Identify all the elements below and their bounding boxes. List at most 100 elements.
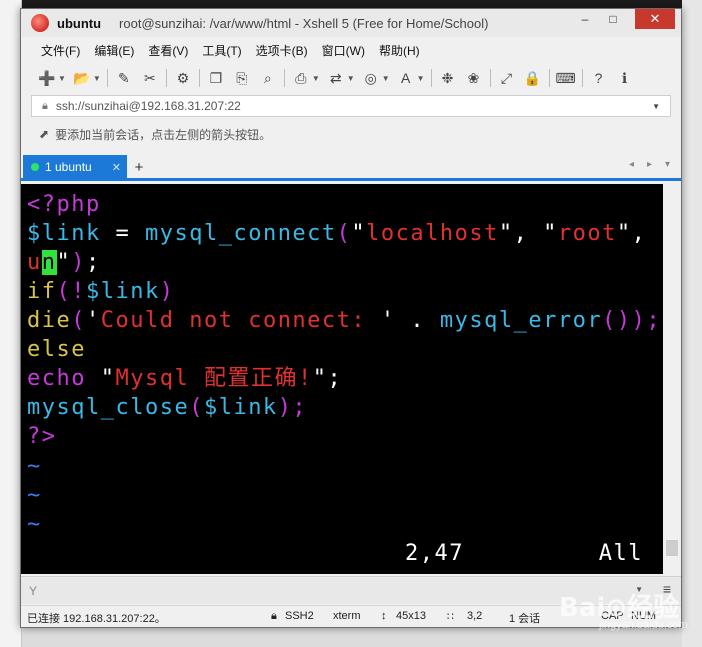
code-token: ); (277, 395, 308, 420)
address-input[interactable]: ssh://sunzihai@192.168.31.207:22 (56, 99, 241, 113)
reconnect-icon[interactable]: ✎ (114, 68, 134, 88)
code-token: $link (203, 395, 278, 420)
tab-bar: 1 ubuntu ✕ + ◂ ▸ ▾ (21, 155, 681, 181)
new-session-icon[interactable]: ➕ (37, 68, 57, 88)
menu-window[interactable]: 窗口(W) (322, 42, 365, 59)
terminal-line: mysql_close($link); (27, 393, 307, 422)
scrollbar-thumb[interactable] (666, 540, 678, 556)
menu-view[interactable]: 查看(V) (148, 42, 188, 59)
code-token: die (27, 308, 72, 333)
chevron-down-icon[interactable]: ▼ (652, 102, 660, 111)
code-token: ' . (380, 308, 440, 333)
cursor-position-label: 3,2 (467, 610, 483, 622)
terminal-line: else (27, 335, 86, 364)
toolbar-divider (198, 69, 200, 87)
connection-status: 已连接 192.168.31.207:22。 (27, 613, 166, 625)
code-token: ) (71, 250, 86, 275)
info-icon[interactable]: ℹ (615, 68, 635, 88)
terminal-line: un"); (27, 248, 101, 277)
chevron-down-icon[interactable]: ▼ (417, 74, 425, 83)
menu-icon[interactable]: ≡ (663, 581, 671, 597)
fullscreen-icon[interactable]: ⤢ (497, 68, 517, 88)
toolbar: ➕ ▼ 📂 ▼ ✎ ✂ ⚙ ❐ ⎘ ⌕ ⎙ ▼ ⇄ ▼ ◎ ▼ A ▼ ❉ ❀ ⤢ 🔒 ⌨ … (21, 64, 681, 92)
code-token: echo (27, 366, 86, 391)
chevron-down-icon[interactable]: ▼ (312, 74, 320, 83)
lock-icon: 🔒︎ (271, 610, 277, 622)
arrow-icon[interactable]: ⬈ (39, 127, 49, 141)
terminal-line: ~ (27, 481, 42, 510)
tab-label: 1 ubuntu (45, 160, 92, 174)
terminal-line: ~ (27, 510, 42, 539)
properties-icon[interactable]: ⚙ (173, 68, 193, 88)
chevron-down-icon[interactable]: ▼ (58, 74, 66, 83)
tab-next-button[interactable]: ▸ (647, 159, 652, 170)
help-icon[interactable]: ? (589, 68, 609, 88)
session-hint-bar: ⬈ 要添加当前会话，点击左侧的箭头按钮。 (31, 123, 671, 145)
find-icon[interactable]: ⌕ (258, 68, 278, 88)
code-token: ) (159, 279, 175, 304)
paste-icon[interactable]: ⎘ (232, 68, 252, 88)
tab-prev-button[interactable]: ◂ (629, 159, 634, 170)
font-icon[interactable]: A (396, 68, 416, 88)
disconnect-icon[interactable]: ✂ (140, 68, 160, 88)
maximize-button[interactable]: □ (599, 9, 627, 29)
toolbar-divider (106, 69, 108, 87)
menu-tab[interactable]: 选项卡(B) (256, 42, 308, 59)
title-bar[interactable]: ubuntu root@sunzihai: /var/www/html - Xs… (21, 9, 681, 37)
vim-cursor-position: 2,47 (405, 541, 464, 566)
globe-icon[interactable]: ◎ (361, 68, 381, 88)
background-taskbar (0, 0, 702, 8)
chevron-down-icon[interactable]: ▼ (635, 585, 643, 594)
toolbar-divider (165, 69, 167, 87)
address-bar[interactable]: 🔒︎ ssh://sunzihai@192.168.31.207:22 ▼ (31, 95, 671, 117)
compose-input[interactable]: Y (29, 584, 37, 598)
code-token: ' (86, 308, 101, 333)
background-window-left (0, 0, 22, 647)
code-token: $link (27, 221, 101, 246)
code-token: " (56, 250, 72, 275)
terminal-type-label: xterm (333, 610, 361, 622)
code-token: (! (56, 279, 86, 304)
lock-icon: 🔒︎ (42, 99, 48, 112)
close-icon[interactable]: ✕ (112, 161, 121, 174)
transfer-icon[interactable]: ⇄ (326, 68, 346, 88)
lock-icon[interactable]: 🔒 (523, 68, 543, 88)
menu-file[interactable]: 文件(F) (41, 42, 80, 59)
code-token: $link (86, 279, 160, 304)
terminal-line: $link = mysql_connect("localhost", "root… (27, 219, 663, 248)
tab-menu-button[interactable]: ▾ (665, 159, 670, 170)
terminal-cursor: n (41, 250, 57, 275)
num-indicator: NUM (631, 610, 657, 622)
print-icon[interactable]: ⎙ (291, 68, 311, 88)
code-token: ; (86, 250, 101, 275)
chevron-down-icon[interactable]: ▼ (347, 74, 355, 83)
xmanager-icon[interactable]: ❀ (464, 68, 484, 88)
keyboard-icon[interactable]: ⌨ (555, 68, 575, 88)
xshell-window: ubuntu root@sunzihai: /var/www/html - Xs… (20, 8, 688, 631)
xftp-icon[interactable]: ❉ (438, 68, 458, 88)
code-token: Could not connect: (100, 308, 381, 333)
code-token: root (557, 221, 617, 246)
background-window-right (682, 0, 702, 647)
open-folder-icon[interactable]: 📂 (72, 68, 92, 88)
add-tab-button[interactable]: + (129, 155, 149, 179)
terminal-screen[interactable]: 2,47 All <?php $link = mysql_connect("loc… (21, 184, 663, 574)
terminal-line: <?php (27, 190, 101, 219)
menu-bar: 文件(F) 编辑(E) 查看(V) 工具(T) 选项卡(B) 窗口(W) 帮助(… (21, 39, 681, 61)
tab-ubuntu[interactable]: 1 ubuntu ✕ (23, 155, 127, 179)
minimize-button[interactable]: – (571, 9, 599, 29)
code-token: ~ (27, 483, 42, 508)
copy-icon[interactable]: ❐ (206, 68, 226, 88)
vim-scroll-indicator: All (598, 541, 643, 566)
terminal-scrollbar[interactable] (663, 184, 681, 574)
compose-bar[interactable]: Y ▼ ≡ (21, 576, 681, 604)
menu-edit[interactable]: 编辑(E) (94, 42, 134, 59)
menu-tools[interactable]: 工具(T) (202, 42, 241, 59)
chevron-down-icon[interactable]: ▼ (382, 74, 390, 83)
chevron-down-icon[interactable]: ▼ (93, 74, 101, 83)
close-button[interactable]: ✕ (635, 9, 675, 29)
menu-help[interactable]: 帮助(H) (379, 42, 420, 59)
xshell-logo-icon (31, 14, 49, 32)
code-token: " (351, 221, 367, 246)
toolbar-divider (283, 69, 285, 87)
